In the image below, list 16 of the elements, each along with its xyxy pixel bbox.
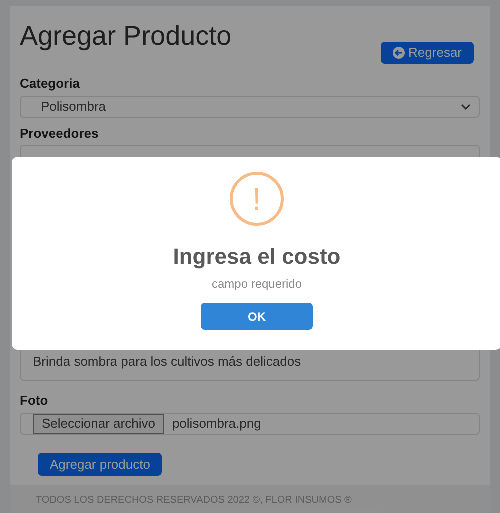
alert-title: Ingresa el costo bbox=[173, 243, 341, 271]
file-input[interactable]: Seleccionar archivo polisombra.png bbox=[20, 412, 480, 434]
field-label: Foto bbox=[20, 392, 50, 410]
field-label: Proveedores bbox=[20, 124, 100, 142]
warning-icon: ! bbox=[230, 172, 284, 226]
page-title: Agregar Producto bbox=[20, 20, 232, 53]
ok-button[interactable]: OK bbox=[201, 303, 313, 330]
file-select-button[interactable]: Seleccionar archivo bbox=[33, 414, 164, 434]
chevron-down-icon bbox=[461, 104, 471, 110]
back-button[interactable]: Regresar bbox=[380, 42, 474, 64]
submit-button[interactable]: Agregar producto bbox=[38, 452, 162, 476]
file-name: polisombra.png bbox=[172, 414, 262, 433]
alert-text: campo requerido bbox=[212, 276, 302, 293]
field-label: Categoria bbox=[20, 75, 81, 93]
arrow-left-circle-icon bbox=[392, 47, 405, 59]
category-select[interactable]: Polisombra bbox=[20, 96, 480, 118]
